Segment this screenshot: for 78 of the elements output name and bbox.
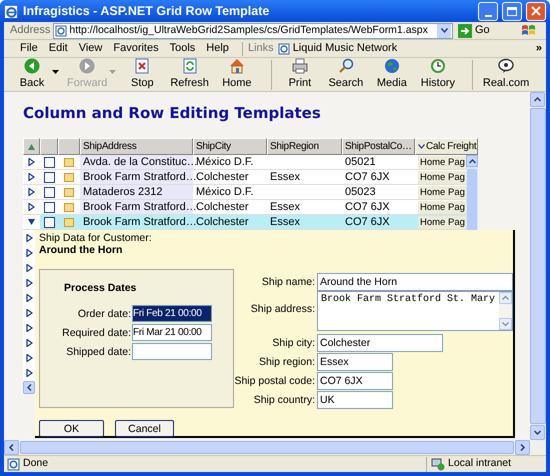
home-page-button[interactable]: Home Pag (418, 156, 466, 168)
table-cell: Essex (270, 171, 300, 183)
field-label: Ship country: (252, 394, 315, 406)
table-cell-text: México D.F. (195, 185, 254, 199)
home-page-button[interactable]: Home Pag (418, 170, 466, 184)
text-field[interactable]: Essex (317, 352, 393, 370)
panel-title: Process Dates (63, 282, 138, 294)
go-button[interactable]: Go (456, 22, 512, 38)
toolbar-button[interactable]: Media (372, 58, 412, 92)
toolbar-button[interactable]: Refresh (168, 58, 211, 92)
grid-row[interactable]: Brook Farm Stratford…Colchester Essex CO7 6JX Home Pag (23, 170, 466, 185)
column-header[interactable]: ShipPostalCo… (342, 138, 415, 155)
toolbar-button[interactable]: Back (12, 58, 52, 92)
column-header[interactable]: ShipCity (193, 138, 267, 155)
page-heading: Column and Row Editing Templates (23, 104, 322, 122)
text-field[interactable]: Around the Horn (317, 272, 513, 290)
column-header[interactable]: ShipAddress (80, 138, 193, 155)
template-caption: Ship Data for Customer: (39, 232, 153, 244)
home-page-button[interactable]: Home Pag (418, 216, 466, 228)
field-label: Ship address: (250, 303, 315, 315)
grid-row[interactable]: Mataderos 2312 México D.F. 05023 Home Pag (23, 185, 466, 200)
ship-address-field[interactable]: Brook Farm Stratford St. Mary (317, 291, 513, 331)
table-cell: Essex (270, 216, 300, 228)
field-label: Shipped date: (66, 346, 131, 358)
table-cell-text: Colchester (196, 215, 250, 229)
address-label: Address (9, 23, 50, 38)
field-label: Ship city: (271, 336, 315, 348)
grid-row[interactable]: Brook Farm Stratford…Colchester Essex CO7 6JX Home Pag (23, 200, 466, 215)
links-label: Links (248, 41, 274, 56)
field-label: Ship region: (258, 356, 315, 368)
field-label: Required date: (62, 326, 131, 338)
customer-name: Around the Horn (39, 244, 124, 256)
table-cell-text: Brook Farm Stratford… (82, 215, 193, 229)
menu-item[interactable]: Favorites (113, 40, 159, 57)
field-label: Ship name: (260, 276, 315, 288)
toolbar-button[interactable]: Print (280, 58, 320, 92)
table-cell: Brook Farm Stratford… (80, 200, 193, 214)
table-cell-text: CO7 6JX (344, 200, 391, 214)
dialog-button[interactable]: Cancel (115, 420, 174, 437)
table-cell: Mataderos 2312 (80, 185, 193, 199)
menu-item[interactable]: View (78, 40, 102, 57)
table-cell-text: Colchester (196, 170, 250, 184)
address-field[interactable]: http://localhost/ig_UltraWebGrid2Samples/cs/GridTemplates/WebForm1.aspx (53, 22, 453, 38)
status-text: Done (23, 456, 50, 472)
column-header[interactable]: ShipRegion (267, 138, 342, 155)
table-cell: Essex (270, 201, 300, 213)
dialog-button[interactable]: OK (39, 420, 104, 437)
text-field[interactable]: Colchester (317, 334, 443, 352)
table-cell: Brook Farm Stratford… (80, 170, 193, 184)
table-cell-text: CO7 6JX (344, 215, 391, 229)
field-label: Order date: (78, 308, 131, 320)
window-title: Infragistics - ASP.NET Grid Row Template (23, 2, 270, 20)
grid-row[interactable]: Avda. de la Constituc…México D.F. 05021 Home Pag (23, 155, 466, 170)
table-cell-text: 05021 (344, 155, 377, 169)
toolbar-button[interactable]: Home (216, 58, 257, 92)
link-item[interactable]: Liquid Music Network (292, 40, 398, 57)
date-field[interactable]: Fri Mar 21 00:00 (132, 324, 212, 341)
menu-item[interactable]: Tools (170, 40, 196, 57)
zone-text: Local intranet (448, 456, 512, 472)
more-links-button[interactable]: » (536, 40, 546, 57)
field-label: Ship postal code: (234, 374, 315, 386)
toolbar-button[interactable]: History (418, 58, 458, 92)
table-cell-text: 05023 (344, 185, 377, 199)
toolbar-button[interactable]: Search (326, 58, 366, 92)
grid-row[interactable]: Brook Farm Stratford…Colchester Essex CO7 6JX Home Pag (23, 215, 466, 230)
toolbar-button[interactable]: Stop (122, 58, 162, 92)
column-header[interactable]: Calc Freight (415, 138, 478, 155)
table-cell-text: CO7 6JX (344, 170, 391, 184)
toolbar-button[interactable]: Real.com (480, 58, 532, 92)
text-field[interactable]: CO7 6JX (317, 372, 393, 390)
menu-item[interactable]: File (20, 40, 38, 57)
date-field[interactable]: Fri Feb 21 00:00 (132, 305, 212, 322)
text-field[interactable]: UK (317, 390, 393, 408)
menu-item[interactable]: Edit (48, 40, 68, 57)
home-page-button[interactable]: Home Pag (418, 186, 466, 198)
menu-item[interactable]: Help (206, 40, 229, 57)
home-page-button[interactable]: Home Pag (418, 200, 466, 214)
table-cell-text: Colchester (196, 200, 250, 214)
